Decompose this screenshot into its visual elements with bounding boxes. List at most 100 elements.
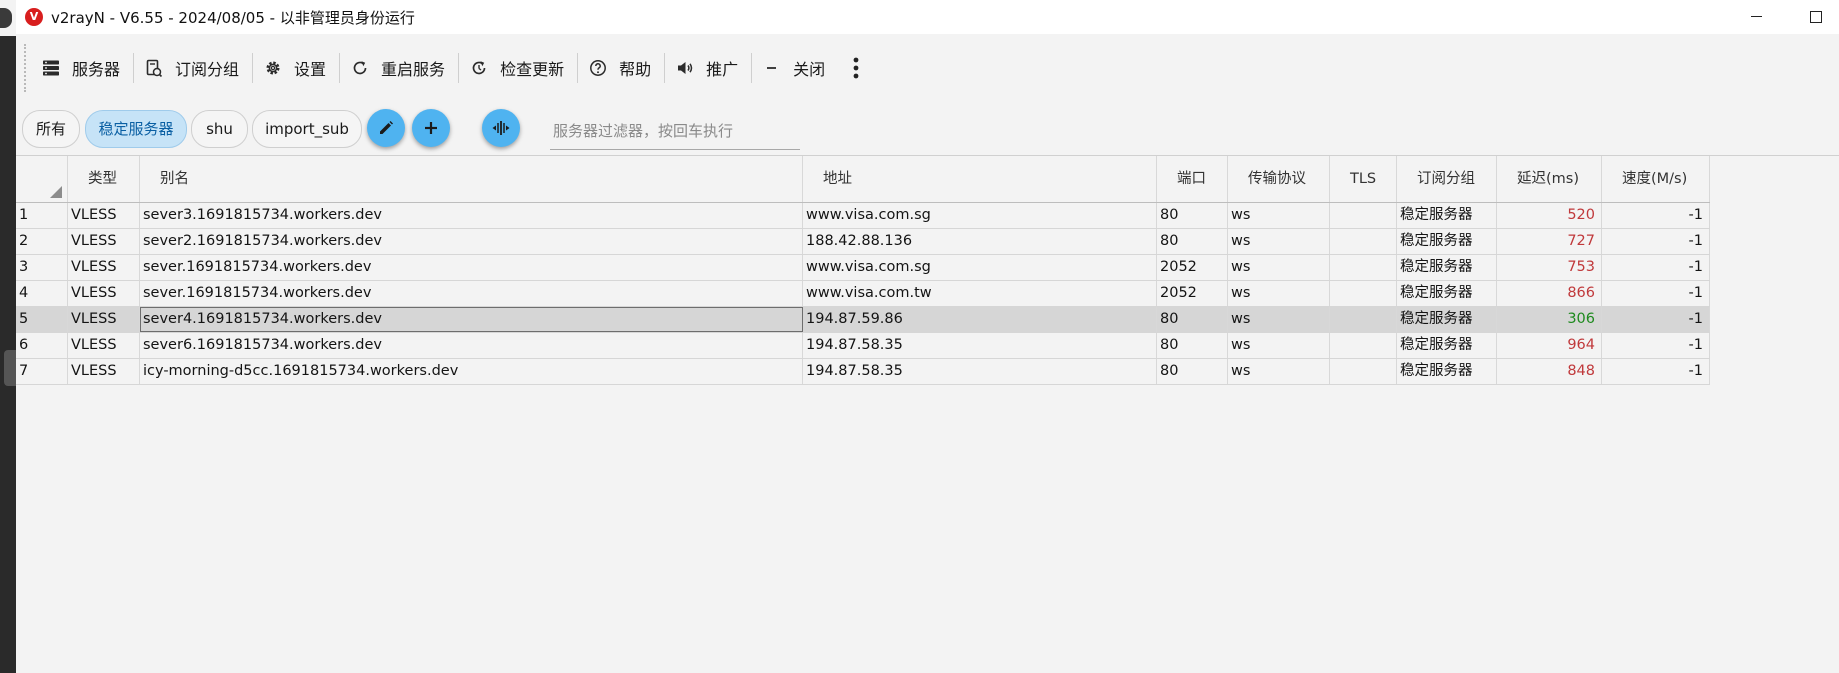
minimize-button[interactable]: [1733, 0, 1779, 34]
cell-alias: sever3.1691815734.workers.dev: [140, 203, 803, 228]
cell-address: 194.87.58.35: [803, 333, 1157, 358]
toolbar-divider: [133, 53, 135, 83]
cell-tls: [1330, 281, 1397, 306]
title-bar[interactable]: V v2rayN - V6.55 - 2024/08/05 - 以非管理员身份运…: [16, 0, 1839, 34]
cell-group: 稳定服务器: [1397, 229, 1497, 254]
row-index: 5: [16, 307, 68, 332]
toolbar-divider: [751, 53, 753, 83]
table-row[interactable]: 6 VLESS sever6.1691815734.workers.dev 194.8…: [16, 333, 1710, 359]
menu-close[interactable]: 关闭: [753, 48, 837, 88]
column-header-alias[interactable]: 别名: [140, 156, 803, 202]
more-options-button[interactable]: [843, 48, 869, 88]
column-header-type[interactable]: 类型: [68, 156, 140, 202]
column-header-tls[interactable]: TLS: [1330, 156, 1397, 202]
cell-port: 80: [1157, 229, 1228, 254]
edit-subscription-button[interactable]: [367, 109, 405, 147]
gear-icon: [264, 59, 282, 77]
desktop-edge-handle: [4, 350, 16, 386]
cell-address: 194.87.58.35: [803, 359, 1157, 384]
menu-restart-service[interactable]: 重启服务: [341, 48, 457, 88]
column-header-port[interactable]: 端口: [1157, 156, 1228, 202]
row-index: 3: [16, 255, 68, 280]
cell-port: 80: [1157, 203, 1228, 228]
cell-type: VLESS: [68, 359, 140, 384]
row-index: 4: [16, 281, 68, 306]
menu-settings[interactable]: 设置: [254, 48, 338, 88]
cell-speed: -1: [1602, 333, 1710, 358]
cell-speed: -1: [1602, 281, 1710, 306]
cell-delay: 520: [1497, 203, 1602, 228]
pencil-icon: [380, 121, 393, 134]
menu-subscription-label: 订阅分组: [175, 60, 240, 79]
cell-transport: ws: [1228, 229, 1330, 254]
restart-icon: [351, 59, 369, 77]
maximize-button[interactable]: [1793, 0, 1839, 34]
server-filter-input[interactable]: [550, 112, 800, 150]
table-header: 类型 别名 地址 端口 传输协议 TLS 订阅分组 延迟(ms) 速度(M/s): [16, 156, 1839, 203]
cell-type: VLESS: [68, 333, 140, 358]
auto-fit-columns-button[interactable]: [482, 109, 520, 147]
column-fit-icon: [492, 121, 510, 135]
cell-port: 2052: [1157, 281, 1228, 306]
column-header-transport[interactable]: 传输协议: [1228, 156, 1330, 202]
menu-help[interactable]: 帮助: [579, 48, 663, 88]
row-index: 1: [16, 203, 68, 228]
menu-restart-service-label: 重启服务: [381, 60, 446, 79]
cell-group: 稳定服务器: [1397, 333, 1497, 358]
table-row[interactable]: 5 VLESS sever4.1691815734.workers.dev 194.8…: [16, 307, 1710, 333]
cell-speed: -1: [1602, 229, 1710, 254]
desktop-edge: [0, 0, 16, 673]
menu-check-update[interactable]: 检查更新: [460, 48, 576, 88]
cell-type: VLESS: [68, 281, 140, 306]
table-row[interactable]: 3 VLESS sever.1691815734.workers.dev www.vi…: [16, 255, 1710, 281]
cell-alias: sever.1691815734.workers.dev: [140, 255, 803, 280]
table-row[interactable]: 1 VLESS sever3.1691815734.workers.dev www.v…: [16, 203, 1710, 229]
column-header-address[interactable]: 地址: [803, 156, 1157, 202]
column-header-delay[interactable]: 延迟(ms): [1497, 156, 1602, 202]
cell-speed: -1: [1602, 307, 1710, 332]
menu-promote[interactable]: 推广: [666, 48, 750, 88]
chip-all[interactable]: 所有: [22, 110, 80, 148]
add-subscription-button[interactable]: [412, 109, 450, 147]
select-all-corner[interactable]: [16, 156, 68, 202]
maximize-icon: [1810, 10, 1822, 23]
chip-import-sub[interactable]: import_sub: [252, 110, 362, 148]
main-toolbar: 服务器 订阅分组 设置 重启服务 检查更新 帮助 推广 关闭: [24, 44, 869, 92]
column-header-group[interactable]: 订阅分组: [1397, 156, 1497, 202]
cell-delay: 964: [1497, 333, 1602, 358]
app-logo-icon: V: [25, 8, 43, 26]
plus-icon: [425, 122, 437, 134]
cell-alias: sever6.1691815734.workers.dev: [140, 333, 803, 358]
cell-speed: -1: [1602, 255, 1710, 280]
cell-alias: icy-morning-d5cc.1691815734.workers.dev: [140, 359, 803, 384]
menu-server[interactable]: 服务器: [32, 48, 132, 88]
cell-alias: sever4.1691815734.workers.dev: [140, 307, 803, 332]
chip-shu[interactable]: shu: [191, 110, 248, 148]
more-vertical-icon: [853, 57, 859, 79]
menu-subscription[interactable]: 订阅分组: [135, 48, 251, 88]
toolbar-divider: [252, 53, 254, 83]
toolbar-divider: [339, 53, 341, 83]
chip-stable-servers[interactable]: 稳定服务器: [85, 110, 187, 148]
cell-port: 80: [1157, 307, 1228, 332]
cell-address: www.visa.com.tw: [803, 281, 1157, 306]
cell-delay: 727: [1497, 229, 1602, 254]
cell-port: 80: [1157, 359, 1228, 384]
cell-transport: ws: [1228, 203, 1330, 228]
cell-address: www.visa.com.sg: [803, 203, 1157, 228]
cell-delay: 866: [1497, 281, 1602, 306]
minus-icon: [763, 59, 781, 77]
table-row[interactable]: 4 VLESS sever.1691815734.workers.dev www.vi…: [16, 281, 1710, 307]
table-row[interactable]: 7 VLESS icy-morning-d5cc.1691815734.worker…: [16, 359, 1710, 385]
cell-tls: [1330, 359, 1397, 384]
table-row[interactable]: 2 VLESS sever2.1691815734.workers.dev 188.4…: [16, 229, 1710, 255]
cell-transport: ws: [1228, 255, 1330, 280]
cell-tls: [1330, 203, 1397, 228]
cell-type: VLESS: [68, 229, 140, 254]
server-icon: [42, 59, 60, 77]
window-title: v2rayN - V6.55 - 2024/08/05 - 以非管理员身份运行: [51, 9, 415, 27]
cell-tls: [1330, 333, 1397, 358]
cell-tls: [1330, 307, 1397, 332]
cell-transport: ws: [1228, 333, 1330, 358]
column-header-speed[interactable]: 速度(M/s): [1602, 156, 1710, 202]
